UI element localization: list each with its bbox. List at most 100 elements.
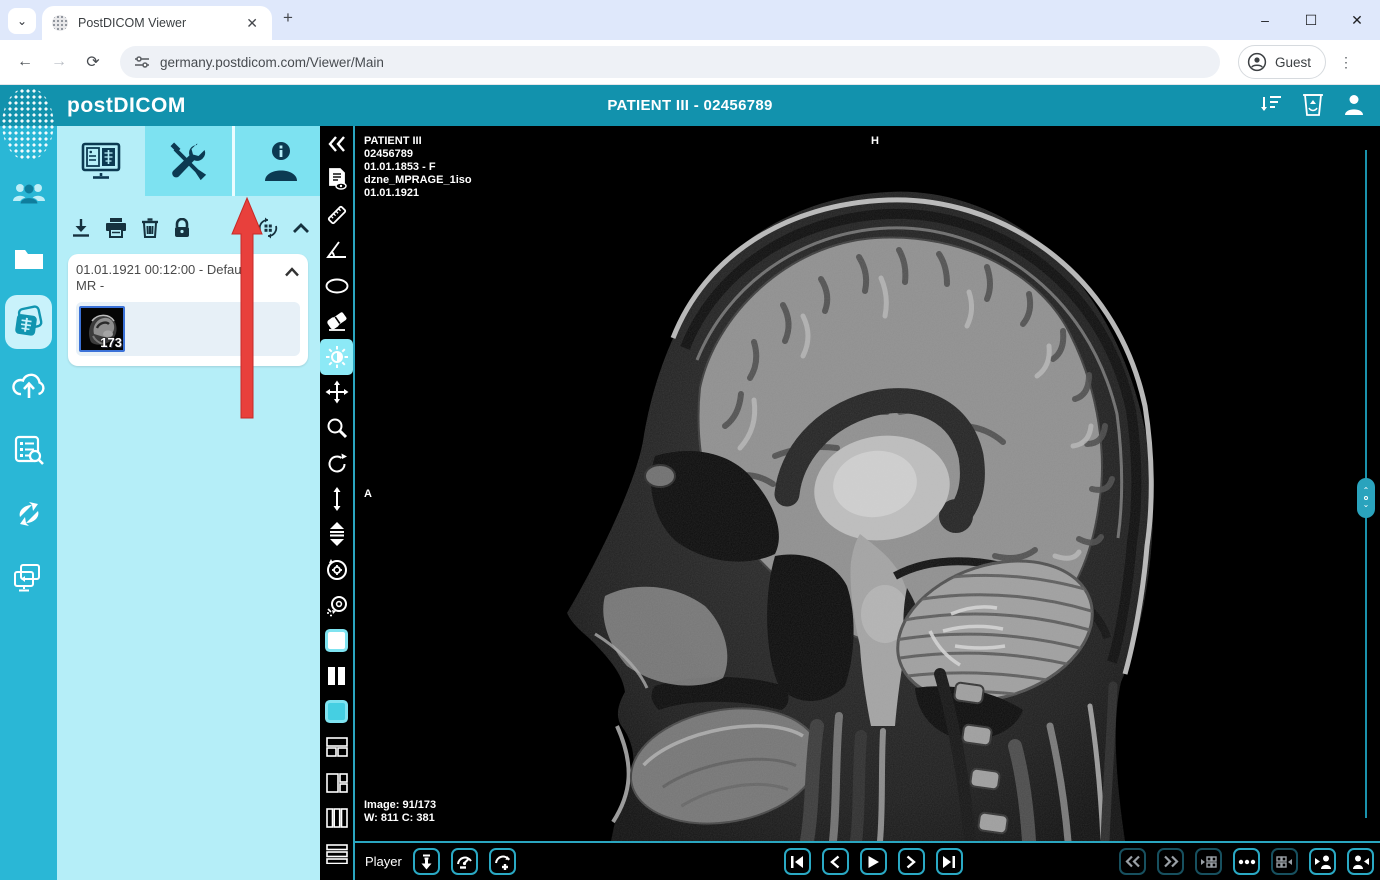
window-maximize-button[interactable]: ☐ — [1288, 12, 1334, 29]
prev-series-button[interactable] — [1119, 848, 1146, 875]
tab-close-icon[interactable]: ✕ — [242, 13, 262, 34]
series-layout-button[interactable] — [320, 694, 353, 730]
next-patient-button[interactable] — [1347, 848, 1374, 875]
folder-icon — [14, 250, 43, 269]
play-button[interactable] — [859, 848, 887, 875]
speed-increase-button[interactable] — [488, 848, 516, 875]
grid-rows-button[interactable] — [320, 836, 353, 872]
sort-icon[interactable] — [1260, 92, 1284, 116]
orientation-marker-left: A — [364, 488, 372, 500]
previous-patient-button[interactable] — [1309, 848, 1336, 875]
double-chevron-right-icon — [1163, 855, 1179, 868]
sidebar-item-patients[interactable] — [0, 162, 57, 226]
collapse-series-icon[interactable] — [292, 222, 310, 234]
grid-1-2-button[interactable] — [320, 765, 353, 801]
profile-avatar-icon — [1247, 52, 1267, 72]
series-thumbnail[interactable]: 173 — [79, 306, 125, 352]
image-counter: Image: 91/173 — [364, 799, 437, 811]
window-minimize-button[interactable]: – — [1242, 12, 1288, 28]
recycle-bin-icon[interactable] — [1302, 91, 1324, 117]
study-card[interactable]: 01.01.1921 00:12:00 - Default MR - 173 — [68, 254, 308, 366]
next-image-button[interactable] — [897, 848, 925, 875]
angle-tool-button[interactable] — [320, 233, 353, 269]
report-view-button[interactable] — [320, 162, 353, 198]
ruler-tool-button[interactable] — [320, 197, 353, 233]
auto-adjust-button[interactable] — [320, 588, 353, 624]
grid-left-arrow-icon — [1201, 855, 1217, 868]
patient-id: 02456789 — [364, 148, 413, 160]
pan-tool-button[interactable] — [320, 375, 353, 411]
next-series-button[interactable] — [1157, 848, 1184, 875]
prev-layout-button[interactable] — [1195, 848, 1222, 875]
collapse-panel-button[interactable] — [320, 126, 353, 162]
forward-button[interactable]: → — [42, 53, 76, 71]
lock-icon[interactable] — [173, 218, 191, 238]
speed-decrease-button[interactable] — [450, 848, 478, 875]
profile-button[interactable]: Guest — [1238, 45, 1327, 79]
ellipse-roi-button[interactable] — [320, 268, 353, 304]
back-button[interactable]: ← — [8, 53, 42, 71]
chevron-down-icon: ⌄ — [16, 14, 28, 28]
patients-group-icon — [12, 183, 45, 205]
mri-brain-image — [355, 126, 1380, 841]
browser-tab[interactable]: PostDICOM Viewer ✕ — [42, 6, 272, 40]
series-panel: 01.01.1921 00:12:00 - Default MR - 173 — [57, 126, 320, 880]
zoom-tool-button[interactable] — [320, 410, 353, 446]
layout-1x2-button[interactable] — [320, 659, 353, 695]
window-close-button[interactable]: ✕ — [1334, 12, 1380, 29]
tab-viewer[interactable] — [57, 126, 145, 196]
postdicom-favicon — [52, 15, 68, 31]
study-collapse-icon[interactable] — [284, 266, 300, 278]
download-icon[interactable] — [71, 218, 91, 238]
play-icon — [868, 855, 879, 868]
person-info-icon — [265, 142, 298, 181]
image-viewport[interactable]: PATIENT III 02456789 01.01.1853 - F dzne… — [355, 126, 1380, 841]
player-label: Player — [365, 854, 402, 869]
cine-stack-button[interactable] — [320, 517, 353, 553]
user-icon[interactable] — [1342, 92, 1366, 116]
chevron-up-icon: ⌃ — [1362, 486, 1370, 495]
sidebar-item-viewer[interactable] — [0, 290, 57, 354]
tab-patient-info[interactable] — [232, 126, 320, 196]
scroll-slices-button[interactable] — [320, 481, 353, 517]
tab-search-button[interactable]: ⌄ — [8, 8, 36, 34]
sidebar-item-folders[interactable] — [0, 226, 57, 290]
site-settings-icon[interactable] — [134, 54, 150, 70]
skip-last-icon — [943, 855, 955, 868]
new-tab-button[interactable]: + — [283, 8, 293, 28]
delete-icon[interactable] — [141, 218, 159, 238]
rotate-tool-button[interactable] — [320, 446, 353, 482]
grid-3col-button[interactable] — [320, 801, 353, 837]
first-image-button[interactable] — [783, 848, 811, 875]
reset-settings-button[interactable] — [320, 552, 353, 588]
grid-2x2-button[interactable] — [320, 730, 353, 766]
app-header: postDICOM PATIENT III - 02456789 — [0, 85, 1380, 126]
last-image-button[interactable] — [935, 848, 963, 875]
reload-button[interactable]: ⟳ — [76, 52, 110, 72]
skip-first-icon — [791, 855, 803, 868]
play-direction-button[interactable] — [412, 848, 440, 875]
browser-menu-icon[interactable]: ⋮ — [1336, 54, 1356, 71]
more-options-button[interactable] — [1233, 848, 1260, 875]
tools-icon — [170, 142, 207, 181]
main-sidebar — [0, 126, 57, 880]
tab-tools[interactable] — [144, 126, 233, 196]
window-level-button[interactable] — [320, 339, 353, 375]
window-level-values: W: 811 C: 381 — [364, 812, 435, 824]
sidebar-item-share[interactable] — [0, 546, 57, 610]
player-bar: Player — [355, 841, 1380, 880]
series-actions-toolbar — [57, 210, 320, 246]
sidebar-item-worklist[interactable] — [0, 418, 57, 482]
eraser-tool-button[interactable] — [320, 304, 353, 340]
slice-scrollbar-thumb[interactable]: ⌃ ⌄ — [1357, 478, 1375, 518]
layout-1x1-button[interactable] — [320, 623, 353, 659]
previous-image-button[interactable] — [821, 848, 849, 875]
print-icon[interactable] — [105, 218, 127, 238]
speed-minus-icon — [456, 856, 472, 869]
next-layout-button[interactable] — [1271, 848, 1298, 875]
sidebar-item-transfer[interactable] — [0, 482, 57, 546]
url-bar[interactable]: germany.postdicom.com/Viewer/Main — [120, 46, 1220, 78]
sidebar-item-upload[interactable] — [0, 354, 57, 418]
speed-plus-icon — [494, 855, 510, 870]
chevron-left-icon — [830, 855, 840, 868]
